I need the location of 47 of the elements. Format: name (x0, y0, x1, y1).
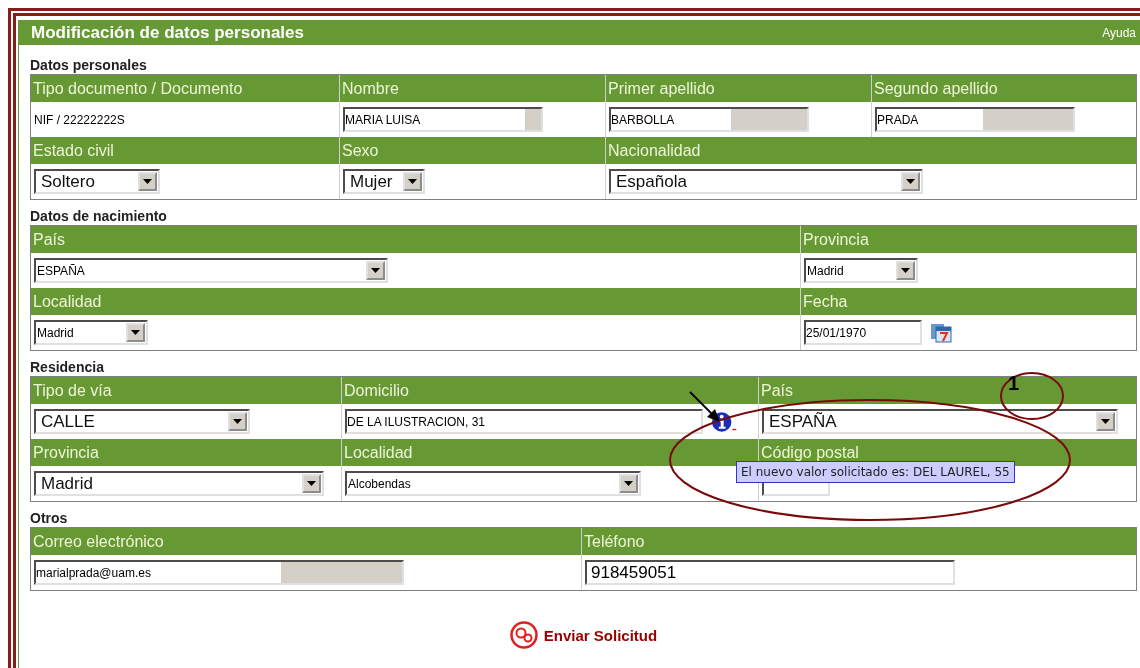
text-field[interactable]: marialprada@uam.es (34, 560, 404, 585)
section-title: Residencia (30, 359, 105, 375)
field-label: Domicilio (342, 377, 758, 404)
field-label: Tipo de vía (31, 377, 341, 404)
submit-button[interactable]: Enviar Solicitud (509, 621, 658, 649)
text-field[interactable]: MARIA LUISA (343, 107, 543, 132)
panel-title: Modificación de datos personales (31, 22, 304, 43)
annotation-number: 1 (1008, 372, 1020, 395)
field-label: Nacionalidad (606, 137, 1136, 164)
dropdown[interactable]: Madrid (34, 471, 324, 496)
dropdown[interactable]: Española (609, 169, 923, 194)
field-label: Estado civil (31, 137, 339, 164)
field-label: Provincia (31, 439, 341, 466)
field-label: Localidad (342, 439, 758, 466)
dropdown[interactable]: Soltero (34, 169, 160, 194)
text-field[interactable]: BARBOLLA (609, 107, 809, 132)
field-label: Localidad (31, 288, 800, 315)
section-title: Datos personales (30, 57, 148, 73)
annotation-circle (998, 370, 1066, 422)
field-label: Nombre (340, 75, 605, 102)
document-value: NIF / 22222222S (34, 112, 125, 127)
section-title: Datos de nacimiento (30, 208, 168, 224)
gears-icon (509, 621, 538, 649)
text-field[interactable]: 918459051 (585, 560, 955, 585)
dropdown[interactable]: Madrid (804, 258, 918, 283)
field-label: Sexo (340, 137, 605, 164)
field-label: Provincia (801, 226, 1136, 253)
field-label: Primer apellido (606, 75, 871, 102)
text-field[interactable]: DE LA ILUSTRACION, 31 (345, 409, 703, 434)
dropdown[interactable]: Madrid (34, 320, 148, 345)
date-field[interactable]: 25/01/1970 (804, 320, 922, 345)
field-label: Segundo apellido (872, 75, 1136, 102)
dropdown[interactable]: Alcobendas (345, 471, 641, 496)
dropdown[interactable]: Mujer (343, 169, 425, 194)
tooltip: El nuevo valor solicitado es: DEL LAUREL, 55 (736, 461, 1015, 483)
dropdown[interactable]: CALLE (34, 409, 250, 434)
section-title: Otros (30, 510, 69, 526)
text-field[interactable]: PRADA (875, 107, 1075, 132)
annotation-arrow (689, 391, 721, 423)
field-label: Tipo documento / Documento (31, 75, 339, 102)
field-label: País (31, 226, 800, 253)
field-label: Correo electrónico (31, 528, 581, 555)
calendar-icon[interactable] (930, 322, 952, 343)
field-label: Fecha (801, 288, 1136, 315)
field-label: Teléfono (582, 528, 1136, 555)
dropdown[interactable]: ESPAÑA (34, 258, 388, 283)
dropdown[interactable]: ESPAÑA (762, 409, 1118, 434)
